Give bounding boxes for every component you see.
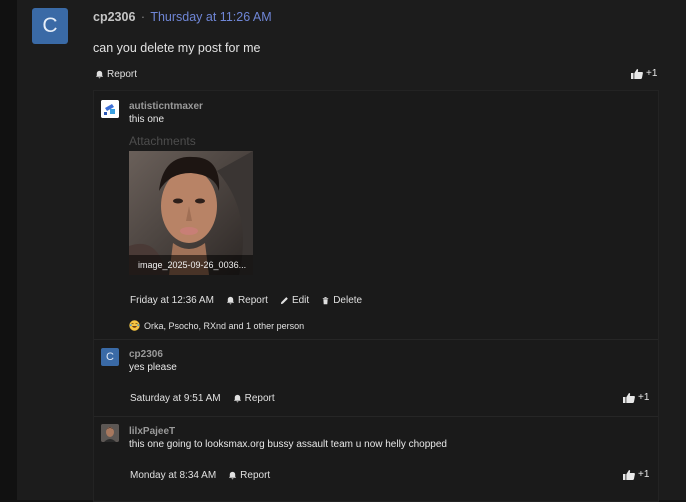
post-body: can you delete my post for me: [93, 41, 261, 55]
bell-icon: [226, 296, 235, 305]
report-label: Report: [240, 470, 271, 481]
reply-timestamp[interactable]: Friday at 12:36 AM: [130, 295, 214, 306]
reply-item: autisticntmaxer this one Attachments ima…: [94, 91, 658, 340]
separator: ·: [140, 10, 146, 24]
reply-item: C cp2306 yes please Saturday at 9:51 AM …: [94, 339, 658, 417]
left-rail: [0, 0, 17, 500]
report-label: Report: [107, 69, 138, 80]
attachments-title: Attachments: [129, 134, 196, 148]
like-count: +1: [646, 68, 658, 79]
reply-actions: Friday at 12:36 AM Report Edit Delete: [130, 295, 362, 306]
reply-text: this one going to looksmax.org bussy ass…: [129, 439, 447, 450]
attachment-filename: image_2025-09-26_0036...: [129, 255, 253, 275]
avatar[interactable]: C: [32, 8, 68, 44]
report-button[interactable]: Report: [95, 69, 137, 80]
reply-username[interactable]: cp2306: [129, 349, 163, 360]
delete-button[interactable]: Delete: [321, 295, 362, 306]
username-link[interactable]: cp2306: [93, 10, 135, 24]
report-label: Report: [244, 393, 275, 404]
like-button[interactable]: +1: [623, 469, 649, 480]
thumbs-up-icon: [631, 69, 643, 79]
avatar[interactable]: [101, 100, 119, 118]
report-button[interactable]: Report: [226, 295, 268, 306]
reply-username[interactable]: lilxPajeeT: [129, 426, 175, 437]
avatar-photo-icon: [101, 424, 119, 442]
thumbs-up-icon: [623, 393, 635, 403]
like-button[interactable]: +1: [623, 392, 649, 403]
avatar[interactable]: C: [101, 348, 119, 366]
reply-text: yes please: [129, 362, 177, 373]
like-count: +1: [638, 469, 650, 480]
avatar[interactable]: [101, 424, 119, 442]
bell-icon: [95, 70, 104, 79]
laughing-emoji-icon: [129, 320, 140, 331]
edit-label: Edit: [291, 295, 310, 306]
delete-label: Delete: [333, 295, 363, 306]
report-label: Report: [237, 295, 268, 306]
report-button[interactable]: Report: [233, 393, 275, 404]
edit-button[interactable]: Edit: [280, 295, 309, 306]
bell-icon: [229, 471, 237, 480]
like-count: +1: [638, 392, 650, 403]
reply-timestamp[interactable]: Monday at 8:34 AM: [130, 470, 216, 481]
post-header: cp2306 · Thursday at 11:26 AM: [93, 10, 272, 24]
reply-actions: Saturday at 9:51 AM Report: [130, 393, 275, 404]
thumbs-up-icon: [623, 470, 635, 480]
pencil-icon: [280, 297, 288, 305]
like-button[interactable]: +1: [631, 68, 657, 79]
bell-icon: [233, 394, 241, 403]
reply-username[interactable]: autisticntmaxer: [129, 101, 203, 112]
attachment-thumbnail[interactable]: image_2025-09-26_0036...: [129, 151, 253, 275]
replies-container: autisticntmaxer this one Attachments ima…: [93, 90, 659, 502]
reply-actions: Monday at 8:34 AM Report: [130, 470, 270, 481]
avatar-logo-icon: [101, 100, 119, 118]
trash-icon: [322, 297, 329, 305]
reaction-summary[interactable]: Orka, Psocho, RXnd and 1 other person: [129, 320, 304, 331]
post-timestamp[interactable]: Thursday at 11:26 AM: [150, 10, 271, 24]
report-button[interactable]: Report: [228, 470, 270, 481]
reply-text: this one: [129, 114, 165, 125]
reply-timestamp[interactable]: Saturday at 9:51 AM: [130, 393, 221, 404]
reply-item: lilxPajeeT this one going to looksmax.or…: [94, 416, 658, 501]
reaction-names: Orka, Psocho, RXnd and 1 other person: [144, 320, 305, 331]
